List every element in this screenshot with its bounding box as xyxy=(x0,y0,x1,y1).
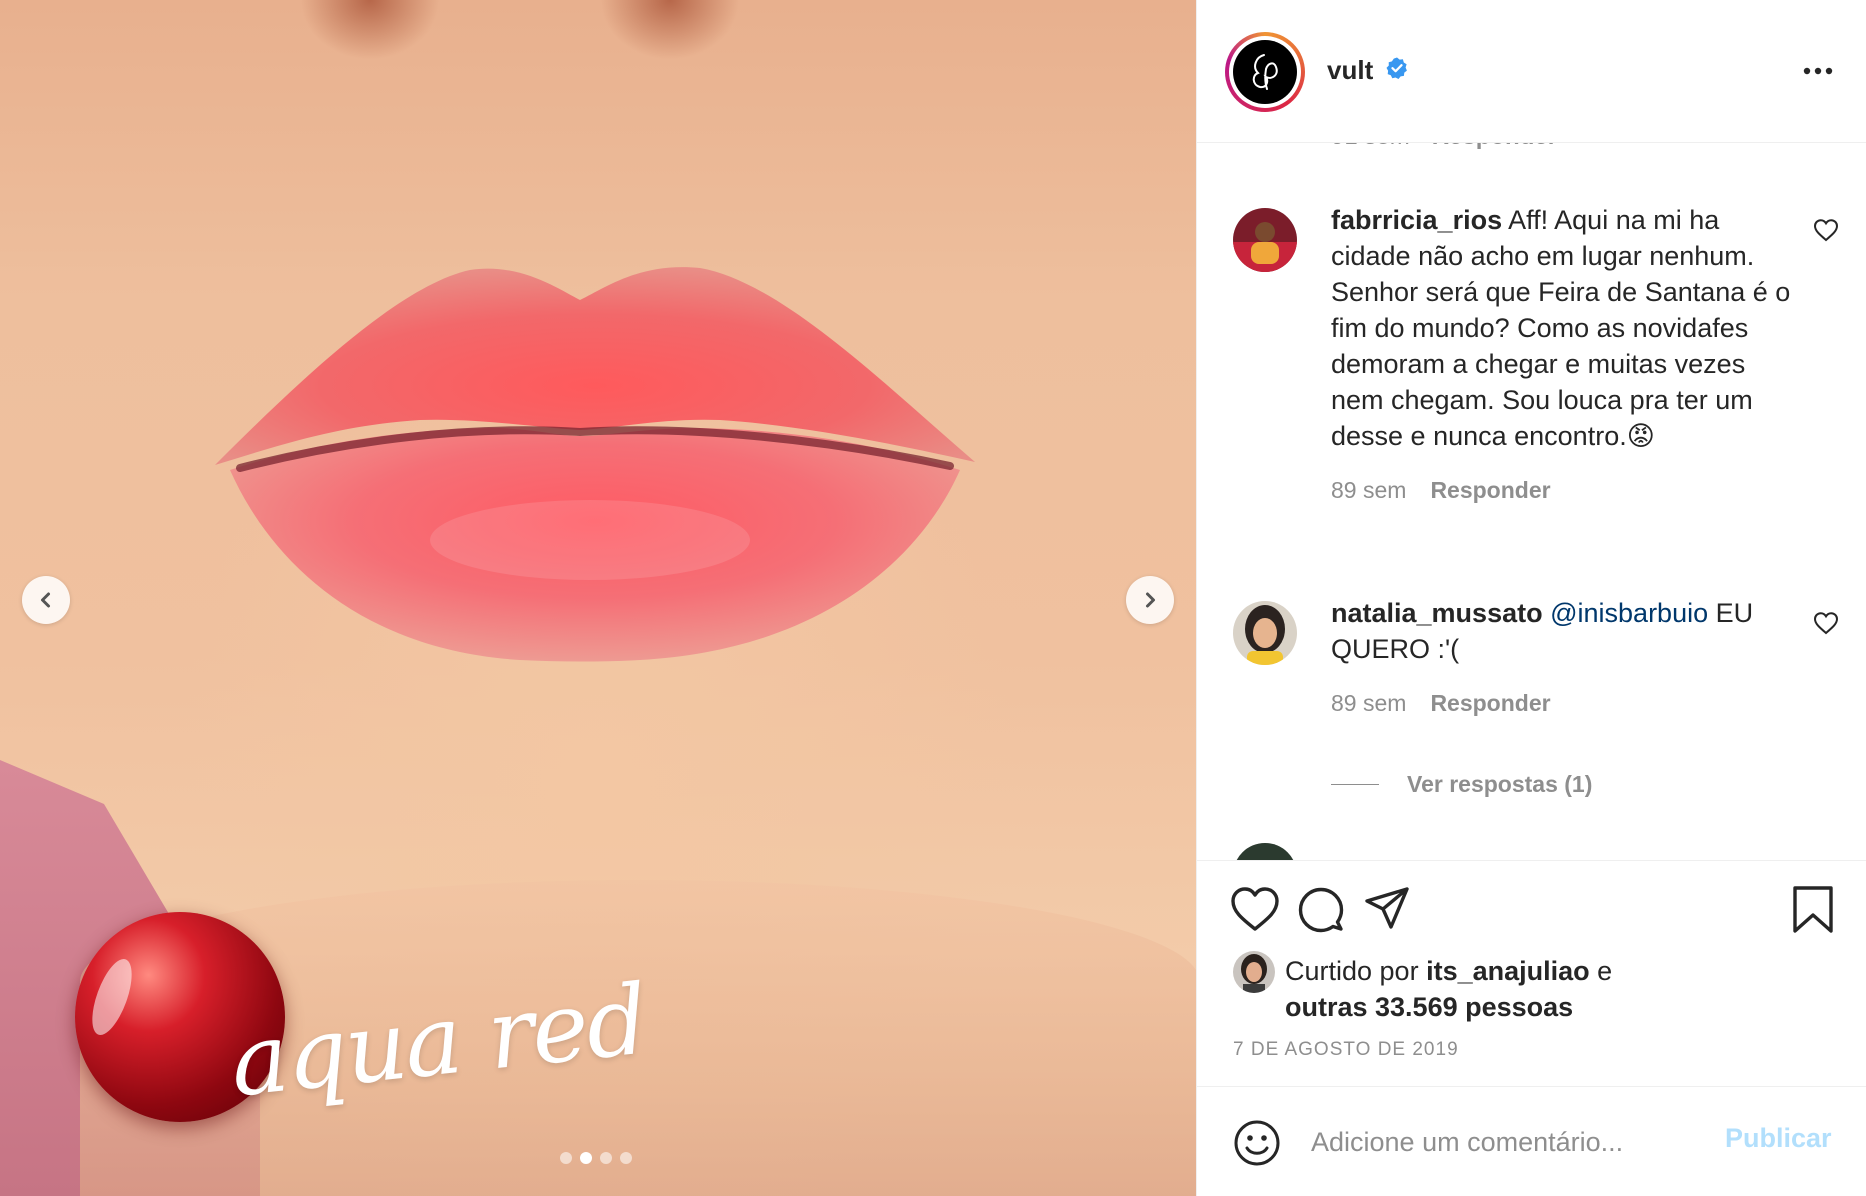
comments-list[interactable]: 91 sem Responder fabrricia_rios Aff! Aqu… xyxy=(1197,143,1866,860)
comment-text: Aff! Aqui na mi ha cidade não acho em lu… xyxy=(1331,205,1791,451)
post-date[interactable]: 7 DE AGOSTO DE 2019 xyxy=(1233,1039,1459,1061)
liked-by-prefix: Curtido por xyxy=(1285,956,1427,986)
divider-line xyxy=(1331,784,1379,785)
reply-button[interactable]: Responder xyxy=(1432,143,1557,151)
previous-slide-button[interactable] xyxy=(22,576,70,624)
commenter-username[interactable]: natalia_mussato xyxy=(1331,598,1543,628)
publish-button[interactable]: Publicar xyxy=(1725,1123,1832,1154)
mention-link[interactable]: @inisbarbuio xyxy=(1550,598,1708,628)
post-header: vult xyxy=(1197,0,1866,143)
chevron-right-icon xyxy=(1146,592,1155,608)
likes-summary: Curtido por its_anajuliao e outras 33.56… xyxy=(1233,951,1613,1025)
commenter-username[interactable]: fabrricia_rios xyxy=(1331,205,1502,235)
comment-time: 91 sem xyxy=(1331,143,1410,151)
share-send-icon[interactable] xyxy=(1363,885,1411,938)
angry-emoji: 😡 xyxy=(1626,421,1655,451)
carousel-dot xyxy=(600,1152,612,1164)
comment-input[interactable] xyxy=(1311,1121,1711,1163)
post-actions: Curtido por its_anajuliao e outras 33.56… xyxy=(1197,860,1866,1086)
butterfly-logo-icon xyxy=(1252,54,1278,90)
carousel-dot xyxy=(620,1152,632,1164)
like-comment-heart-icon[interactable] xyxy=(1813,611,1839,640)
carousel-dot xyxy=(560,1152,572,1164)
account-username[interactable]: vult xyxy=(1327,55,1373,86)
previous-comment-meta: 91 sem Responder xyxy=(1331,143,1557,151)
more-options-icon[interactable] xyxy=(1803,62,1833,80)
liked-by-connector: e xyxy=(1589,956,1613,986)
carousel-dot-active xyxy=(580,1152,592,1164)
liker-avatar[interactable] xyxy=(1233,951,1275,993)
comment-bubble-icon[interactable] xyxy=(1297,885,1345,938)
next-slide-button[interactable] xyxy=(1126,576,1174,624)
chevron-left-icon xyxy=(41,592,50,608)
post-image[interactable]: aqua red xyxy=(0,0,1196,1196)
view-replies-button[interactable]: Ver respostas (1) xyxy=(1331,771,1592,798)
reply-button[interactable]: Responder xyxy=(1430,685,1550,721)
view-replies-label: Ver respostas (1) xyxy=(1407,771,1593,797)
likes-count[interactable]: outras 33.569 pessoas xyxy=(1285,992,1573,1022)
carousel-indicator xyxy=(560,1152,632,1164)
reply-button[interactable]: Responder xyxy=(1430,472,1550,508)
next-commenter-avatar[interactable] xyxy=(1233,843,1297,860)
verified-badge-icon xyxy=(1385,56,1409,85)
save-bookmark-icon[interactable] xyxy=(1791,885,1835,940)
add-comment-bar: Publicar xyxy=(1197,1086,1866,1196)
account-avatar[interactable] xyxy=(1225,32,1305,112)
commenter-avatar[interactable] xyxy=(1233,601,1297,665)
emoji-picker-icon[interactable] xyxy=(1233,1119,1281,1172)
liker-username[interactable]: its_anajuliao xyxy=(1426,956,1590,986)
like-comment-heart-icon[interactable] xyxy=(1813,218,1839,247)
commenter-avatar[interactable] xyxy=(1233,208,1297,272)
post-sidebar: vult 91 sem Responder xyxy=(1196,0,1866,1196)
like-heart-icon[interactable] xyxy=(1229,885,1281,938)
comment-time: 89 sem xyxy=(1331,477,1407,503)
comment-time: 89 sem xyxy=(1331,690,1407,716)
